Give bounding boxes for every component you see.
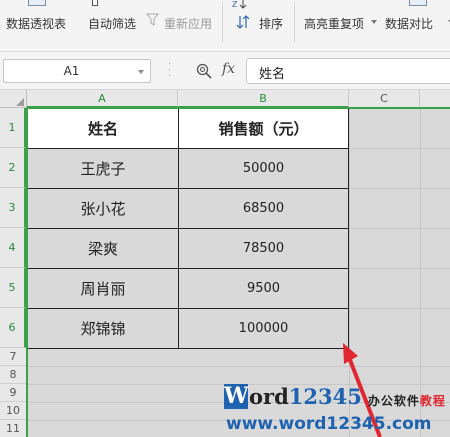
watermark-brand-text: ord xyxy=(249,384,289,409)
reapply-label: 重新应用 xyxy=(164,17,213,31)
sort-label: 排序 xyxy=(259,17,284,31)
pivot-table-label: 数据透视表 xyxy=(6,17,67,31)
table-row-sales[interactable]: 68500 xyxy=(179,189,349,229)
pivot-table-icon xyxy=(28,0,46,6)
formula-bar: A1 · · · fx 姓名 xyxy=(0,52,450,90)
table-row-sales[interactable]: 78500 xyxy=(179,229,349,269)
row-header-4[interactable]: 4 xyxy=(0,228,26,268)
data-compare-icon xyxy=(409,0,427,6)
row-header-3[interactable]: 3 xyxy=(0,188,26,228)
column-header-a[interactable]: A xyxy=(27,90,178,108)
cell-b1[interactable]: 销售额（元） xyxy=(179,109,349,149)
table-row-name[interactable]: 周肖丽 xyxy=(28,269,179,309)
highlight-duplicates-label: 高亮重复项 xyxy=(304,17,365,31)
insert-function-button[interactable]: fx xyxy=(222,61,235,77)
row-header-9[interactable]: 9 xyxy=(0,384,26,402)
reapply-button[interactable]: 重新应用 xyxy=(146,0,216,40)
row-header-1[interactable]: 1 xyxy=(0,108,26,148)
watermark-brand: W ord12345 办公软件教程 xyxy=(224,381,446,409)
table-row-name[interactable]: 王虎子 xyxy=(28,149,179,189)
name-box-value: A1 xyxy=(63,64,80,78)
row-header-7[interactable]: 7 xyxy=(0,348,26,366)
watermark-brand-name: ord12345 xyxy=(249,384,362,409)
reapply-filter-icon xyxy=(146,13,159,26)
column-header-c[interactable]: C xyxy=(349,90,420,108)
table-row-sales[interactable]: 100000 xyxy=(179,309,349,349)
data-compare-label: 数据对比 xyxy=(385,17,434,31)
row-header-11[interactable]: 11 xyxy=(0,420,26,437)
table-row-name[interactable]: 梁爽 xyxy=(28,229,179,269)
watermark-tagline-a: 办公软件 xyxy=(367,394,420,408)
column-header-bar: A B C xyxy=(0,90,450,108)
table-row-sales[interactable]: 50000 xyxy=(179,149,349,189)
select-all-corner[interactable] xyxy=(0,90,27,108)
selection-border xyxy=(26,108,28,437)
selection-border xyxy=(27,107,450,109)
sort-icon xyxy=(236,15,250,29)
ribbon-separator xyxy=(294,2,295,42)
data-compare-button[interactable]: 数据对比 xyxy=(385,0,450,40)
table-row-name[interactable]: 郑锦锦 xyxy=(28,309,179,349)
ribbon-separator xyxy=(222,2,223,42)
sales-table: 姓名 销售额（元） 王虎子 50000 张小花 68500 梁爽 78500 周… xyxy=(27,108,349,349)
formula-input[interactable]: 姓名 xyxy=(246,58,450,84)
filter-icon xyxy=(92,0,98,6)
name-box[interactable]: A1 xyxy=(3,59,151,83)
watermark-logo: W ord12345 办公软件教程 www.word12345.com xyxy=(220,380,450,437)
highlight-duplicates-button[interactable]: 高亮重复项 xyxy=(304,0,377,40)
watermark-tagline-b: 教程 xyxy=(419,394,446,408)
chevron-down-icon[interactable] xyxy=(138,70,144,74)
sort-button[interactable]: 排序 xyxy=(236,0,283,40)
auto-filter-label: 自动筛选 xyxy=(88,17,137,31)
chevron-down-icon xyxy=(371,20,377,24)
formula-input-value: 姓名 xyxy=(259,67,286,82)
watermark-tagline: 办公软件教程 xyxy=(368,392,446,409)
row-header-bar: 1 2 3 4 5 6 7 8 9 10 11 xyxy=(0,108,27,437)
formula-bar-grip[interactable]: · · · xyxy=(168,60,172,82)
row-header-5[interactable]: 5 xyxy=(0,268,26,308)
select-all-icon xyxy=(16,98,24,106)
pivot-table-button[interactable]: 数据透视表 xyxy=(6,0,72,40)
ribbon-toolbar: 数据透视表 自动筛选 重新应用 Z 排序 高亮重复项 数据对比 xyxy=(0,0,450,52)
watermark-url: www.word12345.com xyxy=(226,414,432,434)
watermark-brand-digits: 12345 xyxy=(288,384,362,409)
cell-a1[interactable]: 姓名 xyxy=(28,109,179,149)
table-row-sales[interactable]: 9500 xyxy=(179,269,349,309)
row-header-6[interactable]: 6 xyxy=(0,308,26,348)
column-header-b[interactable]: B xyxy=(178,90,349,108)
row-header-2[interactable]: 2 xyxy=(0,148,26,188)
auto-filter-button[interactable]: 自动筛选 xyxy=(88,0,140,40)
watermark-logo-mark: W xyxy=(224,383,249,409)
table-row-name[interactable]: 张小花 xyxy=(28,189,179,229)
row-header-10[interactable]: 10 xyxy=(0,402,26,420)
row-header-8[interactable]: 8 xyxy=(0,366,26,384)
zoom-icon[interactable] xyxy=(196,63,212,79)
